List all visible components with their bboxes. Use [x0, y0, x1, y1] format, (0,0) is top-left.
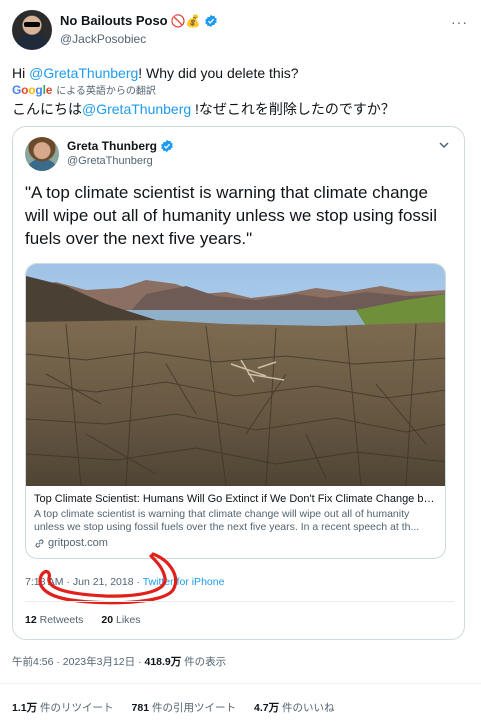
like-label[interactable]: 件のいいね [279, 702, 335, 714]
quoted-tweet-text: "A top climate scientist is warning that… [25, 183, 437, 248]
tweet-time[interactable]: 午前4:56 · 2023年3月12日 · [12, 656, 144, 668]
link-icon [35, 539, 44, 547]
author-emoji-badges: 🚫💰 [170, 13, 201, 28]
quoted-retweet-count[interactable]: 12 [25, 614, 37, 626]
author-avatar[interactable] [12, 10, 52, 50]
author-name-row: No Bailouts Poso 🚫💰 [60, 13, 218, 28]
views-count: 418.9万 [144, 656, 182, 668]
tweet-timestamp: 午前4:56 · 2023年3月12日 · 418.9万 件の表示 [12, 654, 226, 669]
retweet-count[interactable]: 1.1万 [12, 702, 37, 714]
chevron-down-icon[interactable] [438, 139, 450, 151]
quoted-like-label[interactable]: Likes [113, 614, 141, 626]
translated-prefix: こんにちは [12, 101, 82, 117]
link-title: Top Climate Scientist: Humans Will Go Ex… [34, 493, 439, 505]
quoted-author-avatar[interactable] [25, 137, 59, 171]
tweet-text-suffix: ! Why did you delete this? [138, 65, 299, 81]
translated-tweet-text: こんにちは@GretaThunberg !なぜこれを削除したのですか？ [12, 100, 395, 118]
link-description: A top climate scientist is warning that … [34, 508, 420, 533]
tweet-stats: 1.1万 件のリツイート 781 件の引用ツイート 4.7万 件のいいね [12, 700, 335, 715]
tweet-header: No Bailouts Poso 🚫💰 @JackPosobiec ··· [12, 10, 470, 52]
translation-attribution[interactable]: Google による英語からの翻訳 [12, 82, 156, 98]
link-preview-image [26, 264, 445, 486]
quoted-author-handle[interactable]: @GretaThunberg [67, 155, 153, 167]
more-options-icon[interactable]: ··· [451, 14, 468, 30]
link-domain-row: gritpost.com [34, 537, 108, 549]
tweet-text: Hi @GretaThunberg! Why did you delete th… [12, 64, 299, 82]
quoted-like-count[interactable]: 20 [101, 614, 113, 626]
red-annotation-circle [38, 552, 178, 605]
mention-link[interactable]: @GretaThunberg [29, 65, 138, 81]
translate-label: による英語からの翻訳 [56, 86, 156, 97]
translated-mention-link[interactable]: @GretaThunberg [82, 101, 191, 117]
google-logo: Google [12, 82, 53, 97]
quoted-author-name[interactable]: Greta Thunberg [67, 139, 157, 153]
link-domain: gritpost.com [48, 537, 108, 549]
quoted-divider [25, 601, 454, 602]
quoted-stats: 12 Retweets 20 Likes [25, 614, 141, 626]
link-preview-card[interactable]: Top Climate Scientist: Humans Will Go Ex… [25, 263, 446, 559]
quoted-name-row: Greta Thunberg [67, 139, 174, 153]
tweet-text-prefix: Hi [12, 65, 30, 81]
author-handle[interactable]: @JackPosobiec [60, 32, 146, 46]
verified-badge-icon [204, 14, 217, 27]
quoted-verified-badge-icon [161, 139, 173, 153]
author-name[interactable]: No Bailouts Poso [60, 13, 168, 28]
retweet-label[interactable]: 件のリツイート [37, 702, 114, 714]
quote-count[interactable]: 781 [132, 702, 150, 714]
stats-divider-top [0, 683, 481, 684]
quoted-tweet-card[interactable]: Greta Thunberg @GretaThunberg "A top cli… [12, 126, 465, 640]
views-label: 件の表示 [181, 656, 227, 668]
translated-suffix: !なぜこれを削除したのですか？ [191, 101, 395, 117]
quoted-retweet-label[interactable]: Retweets [37, 614, 84, 626]
quote-label[interactable]: 件の引用ツイート [149, 702, 236, 714]
like-count[interactable]: 4.7万 [254, 702, 279, 714]
